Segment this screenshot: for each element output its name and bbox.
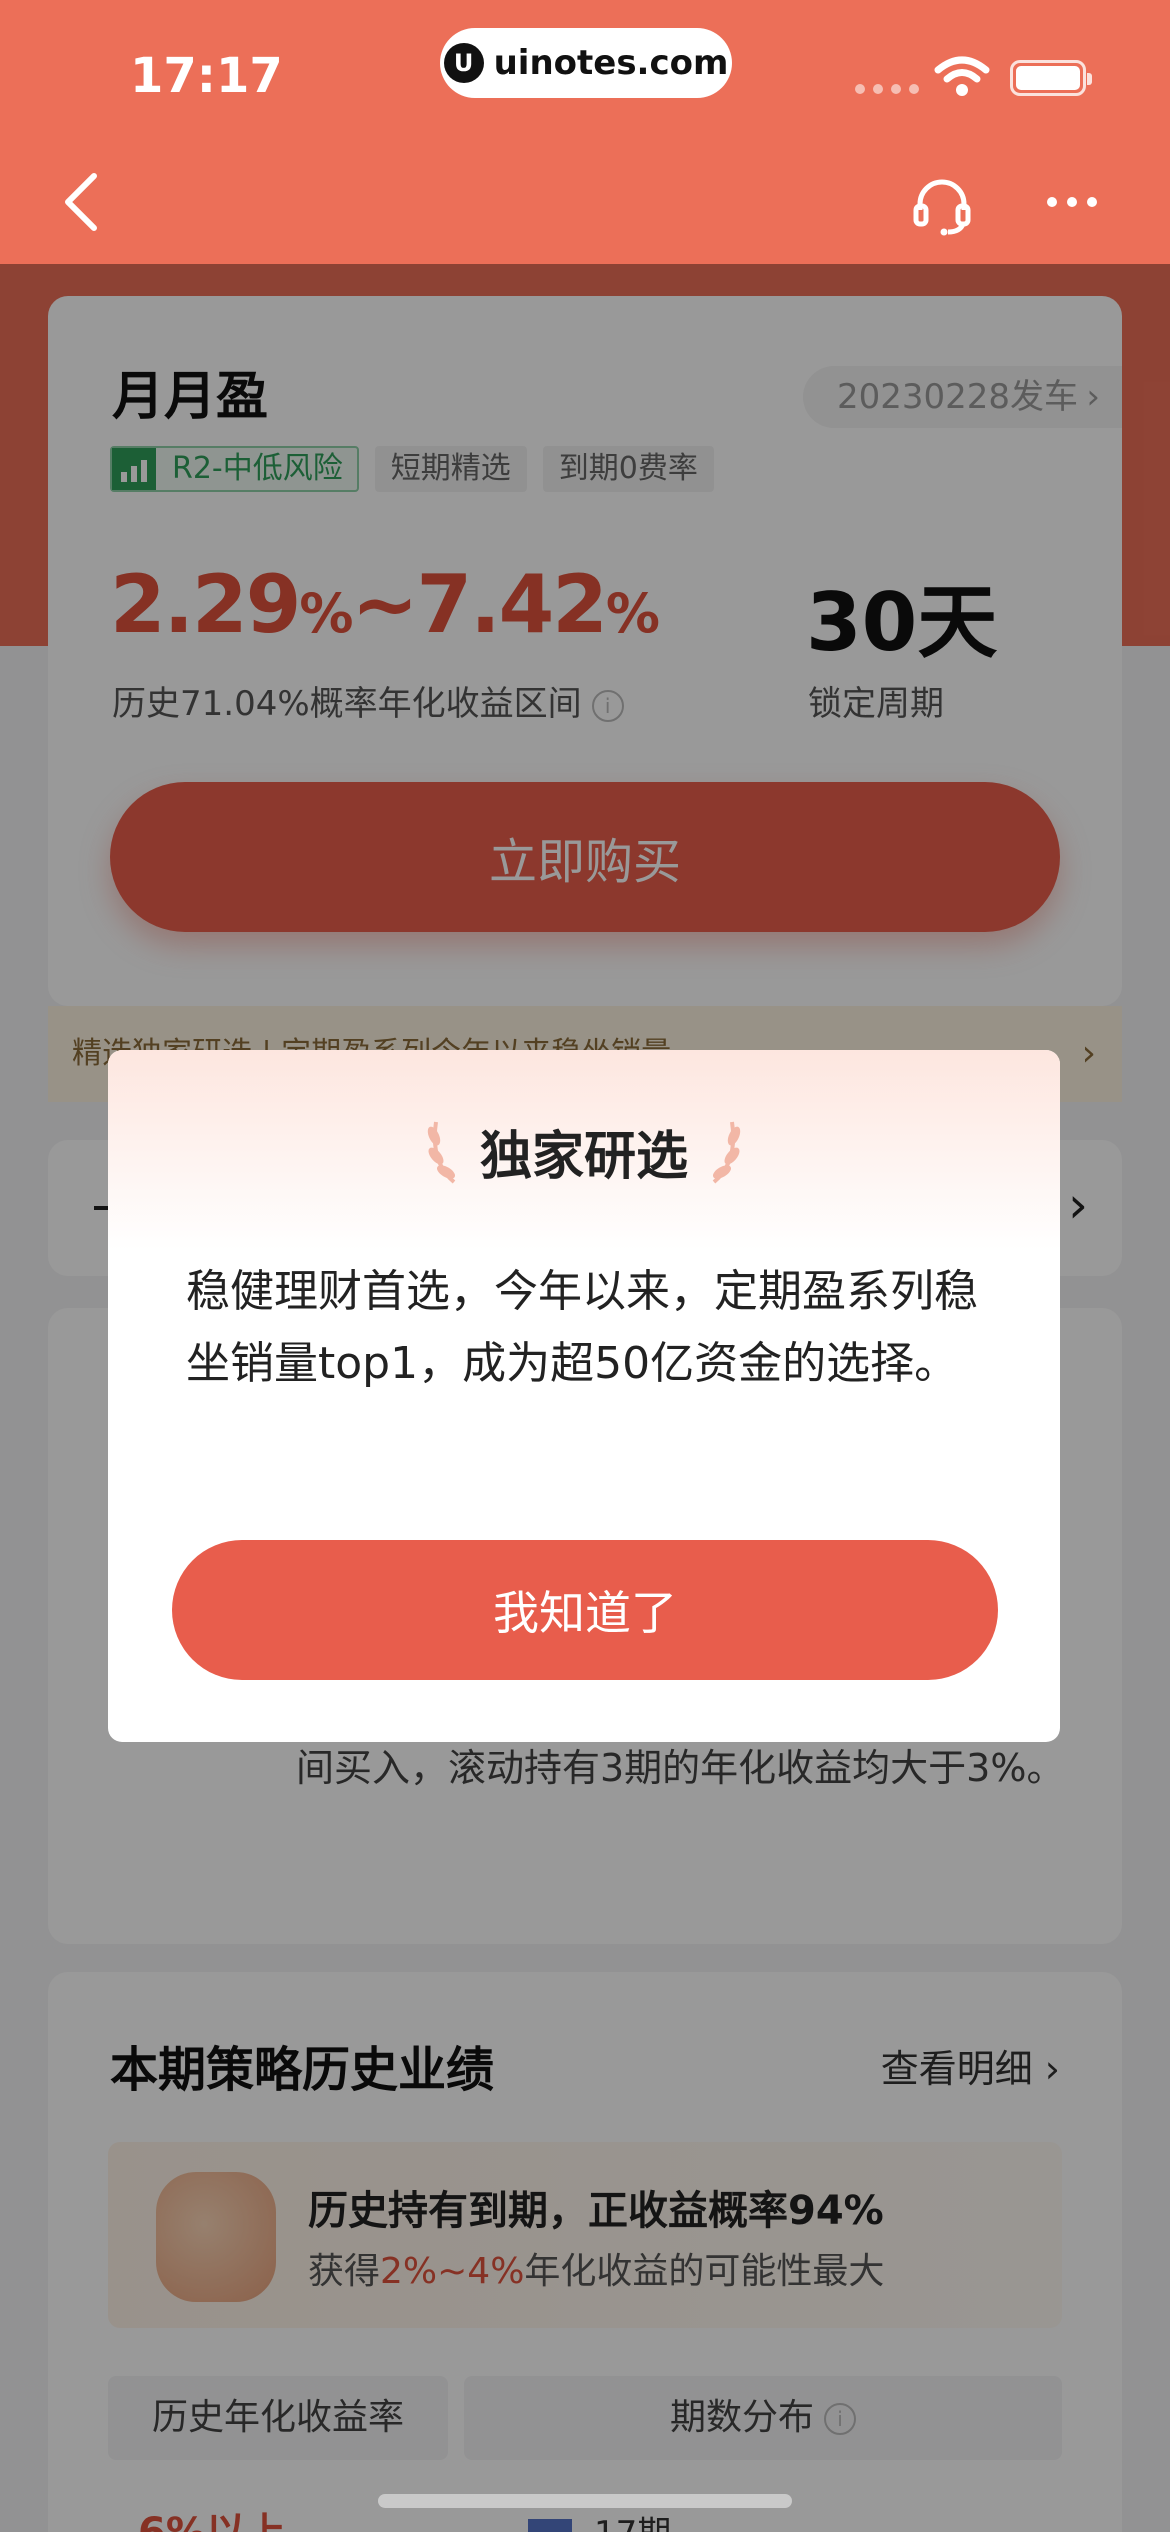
exclusive-selection-dialog: 独家研选 稳健理财首选，今年以来，定期盈系列稳坐销量top1，成为超50亿资金的… bbox=[108, 1050, 1060, 1742]
laurel-right-icon bbox=[712, 1121, 741, 1184]
watermark-text: uinotes.com bbox=[493, 43, 729, 83]
dialog-body: 稳健理财首选，今年以来，定期盈系列稳坐销量top1，成为超50亿资金的选择。 bbox=[186, 1266, 978, 1389]
dialog-title: 独家研选 bbox=[479, 1127, 688, 1187]
battery-icon bbox=[1010, 60, 1092, 96]
watermark-badge: U uinotes.com bbox=[440, 28, 732, 98]
nav-bar bbox=[0, 140, 1170, 264]
status-time: 17:17 bbox=[130, 48, 283, 104]
home-indicator[interactable] bbox=[378, 2494, 792, 2508]
cellular-signal-icon bbox=[855, 84, 919, 94]
watermark-logo-icon: U bbox=[443, 43, 484, 83]
headset-icon[interactable] bbox=[910, 176, 974, 236]
wifi-icon bbox=[934, 56, 990, 96]
status-bar: 17:17 U uinotes.com bbox=[0, 0, 1170, 140]
back-icon[interactable] bbox=[60, 170, 104, 234]
got-it-button[interactable]: 我知道了 bbox=[172, 1540, 998, 1680]
more-dots-icon[interactable] bbox=[1044, 192, 1100, 212]
